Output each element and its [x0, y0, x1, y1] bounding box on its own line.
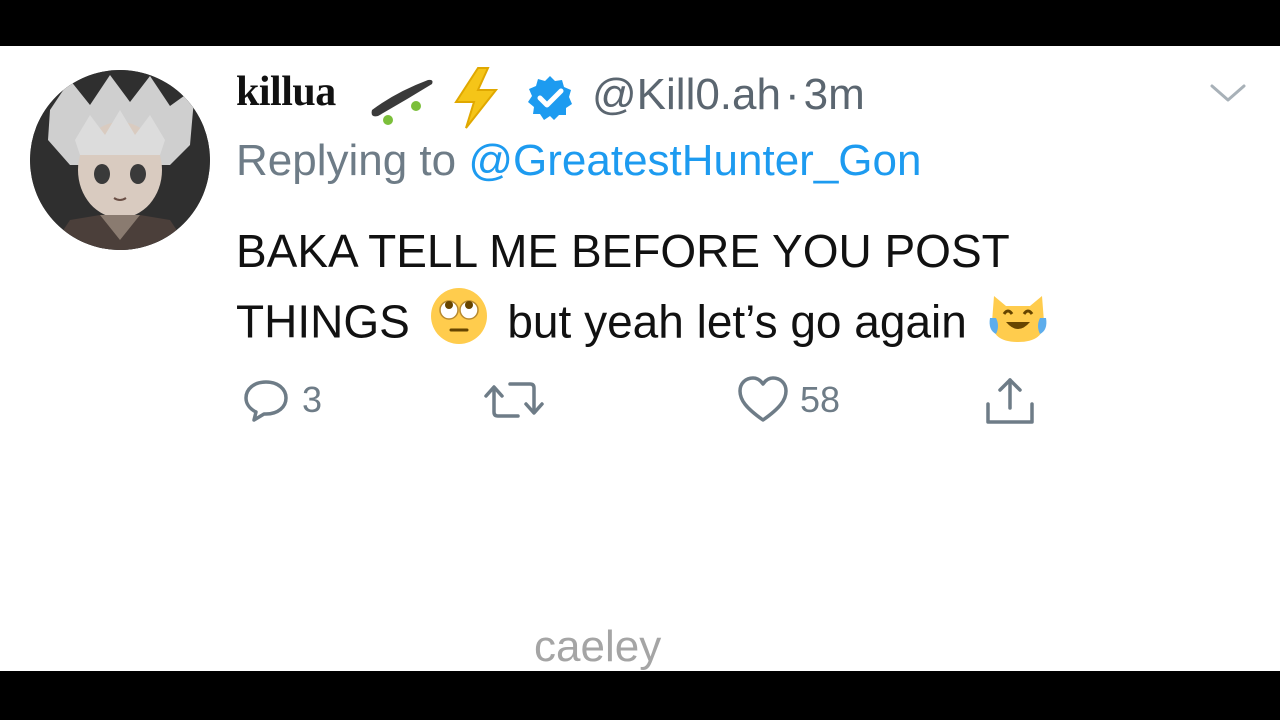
watermark: caeley — [534, 622, 662, 671]
lightning-icon — [448, 66, 504, 135]
like-button[interactable]: 58 — [736, 374, 840, 426]
handle[interactable]: @Kill0.ah — [592, 70, 781, 119]
share-button[interactable] — [982, 374, 1038, 430]
reply-prefix: Replying to — [236, 136, 469, 185]
replying-to: Replying to @GreatestHunter_Gon — [236, 136, 921, 186]
separator: · — [784, 70, 800, 119]
avatar[interactable] — [30, 70, 210, 250]
reply-button[interactable]: 3 — [240, 374, 322, 426]
tweet-text-part1: THINGS — [236, 295, 410, 348]
share-icon — [986, 378, 1034, 424]
handle-and-time: @Kill0.ah·3m — [592, 70, 865, 120]
reply-count: 3 — [302, 379, 323, 420]
tweet-card: killua @Kill0.ah·3m Replying to @Greates… — [0, 46, 1280, 671]
tweet-text: BAKA TELL ME BEFORE YOU POST THINGS but … — [236, 216, 1216, 365]
heart-icon — [738, 376, 788, 422]
display-name[interactable]: killua — [236, 68, 336, 116]
like-count: 58 — [800, 379, 841, 420]
tweet-text-line2: THINGS but yeah let’s go again — [236, 286, 1216, 365]
reply-mention-link[interactable]: @GreatestHunter_Gon — [468, 136, 921, 185]
timestamp[interactable]: 3m — [804, 70, 865, 119]
retweet-icon — [484, 382, 544, 418]
reply-icon — [244, 380, 288, 422]
tweet-text-part2: but yeah let’s go again — [507, 295, 967, 348]
cat-tears-of-joy-emoji-icon — [986, 286, 1050, 365]
skateboard-icon — [366, 70, 436, 135]
tweet-text-line1: BAKA TELL ME BEFORE YOU POST — [236, 225, 1010, 277]
verified-badge-icon — [526, 74, 574, 122]
retweet-button[interactable] — [482, 374, 546, 426]
chevron-down-icon[interactable] — [1208, 78, 1248, 108]
rolling-eyes-emoji-icon — [429, 286, 489, 365]
tweet-actions: 3 58 — [240, 374, 1060, 434]
